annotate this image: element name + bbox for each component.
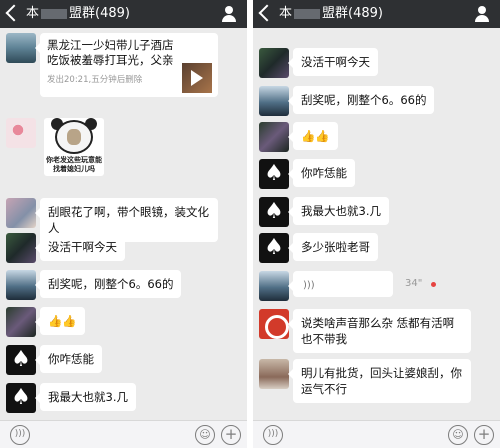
- message-bubble[interactable]: 刮奖呢，刚整个6。66的: [287, 86, 435, 114]
- link-card[interactable]: 黑龙江一少妇带儿子酒店吃饭被羞辱打耳光，父亲赶来后场面激... 发出20:21,…: [35, 33, 218, 97]
- avatar[interactable]: [6, 270, 36, 300]
- chat-panel-right: 本盟群(489) 没活干啊今天 刮奖呢，刚整个6。66的 👍👍 ♠ 你咋恁能 ♠…: [253, 0, 500, 448]
- avatar[interactable]: [259, 359, 289, 389]
- message-bubble[interactable]: 你咋恁能: [35, 345, 102, 373]
- plus-icon[interactable]: +: [221, 425, 241, 445]
- message-bubble[interactable]: 我最大也就3.几: [35, 383, 136, 411]
- unread-dot: [431, 282, 436, 287]
- person-icon[interactable]: [221, 6, 237, 22]
- avatar[interactable]: [6, 307, 36, 337]
- spade-icon[interactable]: ♠: [259, 159, 289, 189]
- sticker-caption: 你老发这些玩意能找着媳妇儿吗: [46, 156, 102, 173]
- voice-duration: 34": [405, 278, 423, 289]
- redacted-block: [41, 8, 68, 19]
- voice-icon[interactable]: ))): [263, 425, 283, 445]
- message-bubble[interactable]: 没活干啊今天: [288, 48, 378, 76]
- message-bubble[interactable]: 我最大也就3.几: [288, 197, 389, 225]
- message-bubble[interactable]: 刮奖呢，刚整个6。66的: [34, 270, 182, 298]
- chevron-left-icon[interactable]: [258, 4, 276, 22]
- avatar[interactable]: [259, 309, 289, 339]
- group-title: 本盟群(489): [279, 6, 383, 21]
- sticker-image[interactable]: 你老发这些玩意能找着媳妇儿吗: [44, 118, 104, 176]
- person-icon[interactable]: [474, 6, 490, 22]
- avatar[interactable]: [259, 86, 289, 116]
- message-bubble[interactable]: 明儿有批货，回头让婆娘刮，你运气不行: [288, 359, 471, 403]
- avatar[interactable]: [6, 118, 36, 148]
- avatar[interactable]: [259, 48, 289, 78]
- avatar[interactable]: [259, 122, 289, 152]
- header-bar: 本盟群(489): [0, 0, 247, 28]
- avatar[interactable]: [6, 198, 36, 228]
- message-bubble[interactable]: 你咋恁能: [288, 159, 355, 187]
- group-title: 本盟群(489): [26, 6, 130, 21]
- avatar[interactable]: [6, 33, 36, 63]
- voice-icon[interactable]: ))): [10, 425, 30, 445]
- message-bubble[interactable]: 没活干啊今天: [35, 233, 125, 261]
- input-bar: ))) ☺ +: [0, 420, 247, 448]
- chevron-left-icon[interactable]: [5, 4, 23, 22]
- plus-icon[interactable]: +: [474, 425, 494, 445]
- message-bubble[interactable]: 说类啥声音那么杂 恁都有活啊也不带我: [288, 309, 471, 353]
- card-thumbnail: [182, 63, 212, 93]
- avatar[interactable]: [259, 271, 289, 301]
- message-bubble[interactable]: 👍👍: [288, 122, 338, 150]
- message-bubble[interactable]: 多少张啦老哥: [288, 233, 378, 261]
- spade-icon[interactable]: ♠: [259, 197, 289, 227]
- voice-icon: ))): [303, 280, 315, 291]
- chat-panel-left: 本盟群(489) 黑龙江一少妇带儿子酒店吃饭被羞辱打耳光，父亲赶来后场面激...…: [0, 0, 247, 448]
- face-icon: [67, 129, 81, 145]
- play-icon: [191, 70, 203, 86]
- avatar[interactable]: [6, 233, 36, 263]
- header-bar: 本盟群(489): [253, 0, 500, 28]
- voice-message[interactable]: ))): [288, 271, 393, 297]
- spade-icon[interactable]: ♠: [6, 383, 36, 413]
- message-bubble[interactable]: 👍👍: [35, 307, 85, 335]
- emoji-icon[interactable]: ☺: [195, 425, 215, 445]
- card-title: 黑龙江一少妇带儿子酒店吃饭被羞辱打耳光，父亲赶来后场面激...: [47, 38, 174, 67]
- panda-face-icon: [55, 120, 93, 154]
- input-bar: ))) ☺ +: [253, 420, 500, 448]
- spade-icon[interactable]: ♠: [259, 233, 289, 263]
- emoji-icon[interactable]: ☺: [448, 425, 468, 445]
- spade-icon[interactable]: ♠: [6, 345, 36, 375]
- redacted-block: [294, 8, 321, 19]
